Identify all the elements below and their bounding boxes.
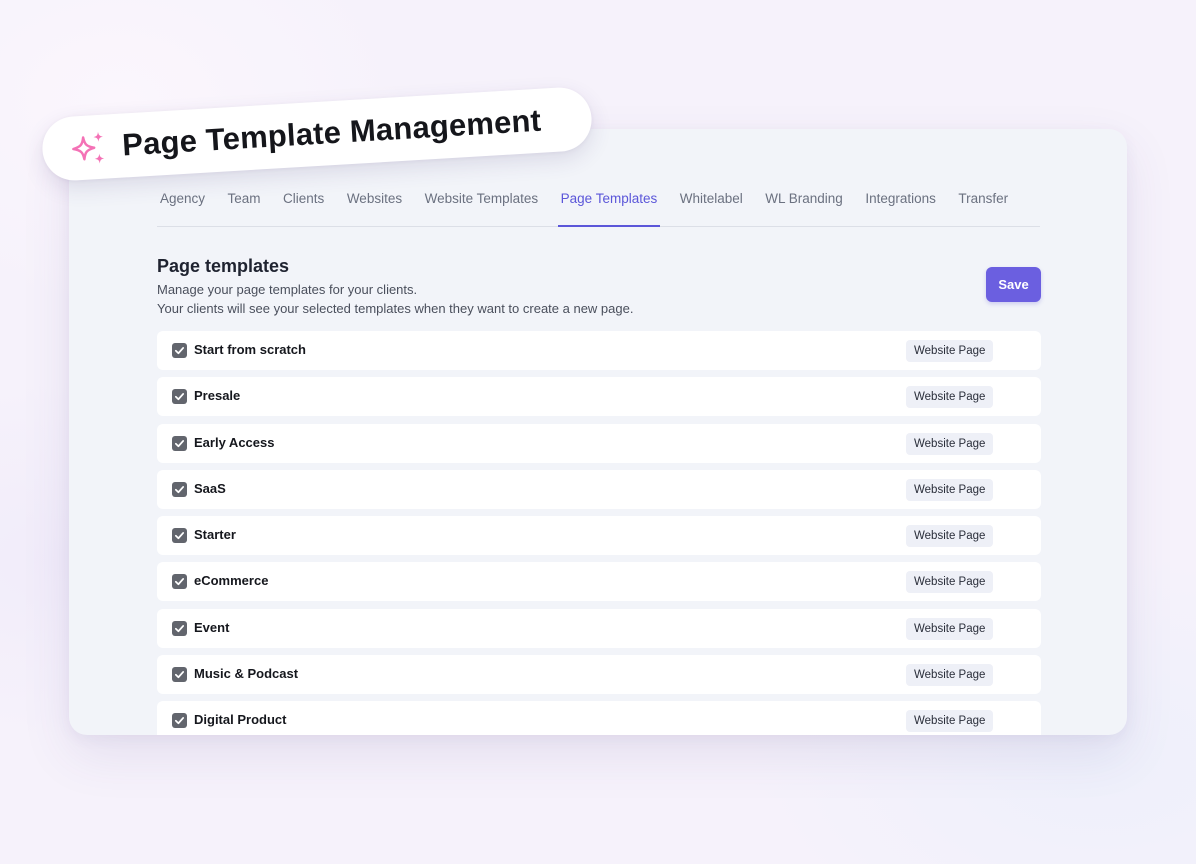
description-line: Your clients will see your selected temp… [157, 301, 634, 316]
check-icon [174, 578, 185, 586]
template-type-badge: Website Page [906, 664, 994, 687]
template-checkbox[interactable] [172, 528, 187, 544]
banner-title: Page Template Management [121, 102, 543, 163]
tab-clients[interactable]: Clients [280, 185, 327, 226]
template-row: Presale Website Page [157, 377, 1041, 417]
check-icon [174, 624, 185, 632]
template-checkbox[interactable] [172, 620, 187, 636]
tab-team[interactable]: Team [225, 185, 264, 226]
check-icon [174, 439, 185, 447]
description-line: Manage your page templates for your clie… [157, 282, 418, 297]
template-checkbox[interactable] [172, 574, 187, 590]
template-checkbox[interactable] [172, 389, 187, 405]
template-type-badge: Website Page [906, 478, 994, 501]
tab-agency[interactable]: Agency [157, 185, 208, 226]
template-name: SaaS [194, 480, 226, 496]
tab-wl-branding[interactable]: WL Branding [762, 185, 846, 226]
tab-whitelabel[interactable]: Whitelabel [677, 185, 746, 226]
template-type-badge: Website Page [906, 710, 994, 733]
tab-transfer[interactable]: Transfer [955, 185, 1011, 226]
template-type-badge: Website Page [906, 340, 994, 362]
check-icon [174, 717, 185, 725]
template-checkbox[interactable] [172, 435, 187, 451]
template-row: Start from scratch Website Page [157, 331, 1041, 370]
check-icon [174, 671, 185, 679]
tab-website-templates[interactable]: Website Templates [422, 185, 542, 226]
template-name: Starter [194, 527, 236, 543]
template-row: Event Website Page [157, 608, 1041, 648]
template-row: eCommerce Website Page [157, 562, 1041, 602]
check-icon [174, 485, 185, 494]
sparkles-icon [72, 131, 105, 164]
template-row: Starter Website Page [157, 516, 1041, 556]
check-icon [174, 393, 185, 401]
check-icon [174, 532, 185, 540]
template-type-badge: Website Page [906, 571, 994, 594]
template-row: SaaS Website Page [157, 469, 1041, 509]
template-type-badge: Website Page [906, 617, 994, 640]
tab-websites[interactable]: Websites [344, 185, 405, 226]
tab-integrations[interactable]: Integrations [862, 185, 939, 226]
template-name: Event [194, 619, 230, 635]
template-name: Start from scratch [194, 342, 306, 357]
template-name: Early Access [194, 434, 275, 450]
template-name: Digital Product [194, 712, 287, 728]
save-button[interactable]: Save [986, 267, 1041, 302]
tab-page-templates[interactable]: Page Templates [557, 185, 661, 227]
template-checkbox[interactable] [172, 343, 187, 358]
page-title: Page templates [157, 256, 290, 276]
template-type-badge: Website Page [906, 525, 994, 548]
section-description: Manage your page templates for your clie… [157, 280, 633, 318]
template-checkbox[interactable] [172, 713, 187, 729]
template-checkbox[interactable] [172, 667, 187, 683]
template-row: Digital Product Website Page [157, 701, 1041, 735]
template-name: Presale [194, 388, 241, 404]
template-name: Music & Podcast [194, 666, 299, 682]
template-name: eCommerce [194, 573, 269, 589]
template-checkbox[interactable] [172, 481, 187, 497]
template-type-badge: Website Page [906, 386, 994, 409]
template-row: Early Access Website Page [157, 423, 1041, 463]
check-icon [174, 347, 185, 355]
settings-window: Agency Team Clients Websites Website Tem… [69, 129, 1127, 735]
template-type-badge: Website Page [906, 432, 994, 455]
settings-tabs: Agency Team Clients Websites Website Tem… [157, 185, 1040, 227]
template-list: Start from scratch Website Page Presale … [157, 331, 1041, 735]
template-row: Music & Podcast Website Page [157, 655, 1041, 695]
